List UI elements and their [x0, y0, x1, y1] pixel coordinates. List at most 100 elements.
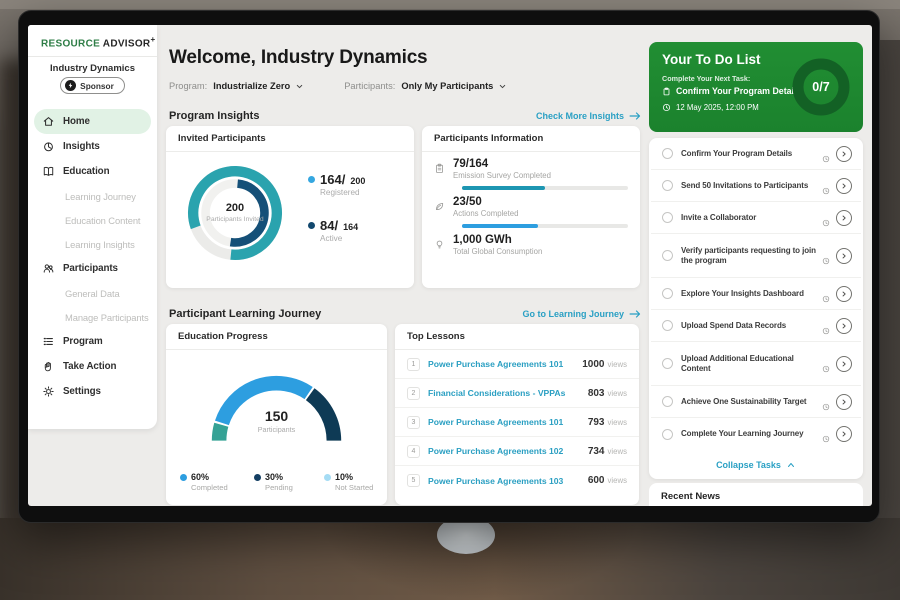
task-row[interactable]: Send 50 Invitations to Participants — [651, 170, 861, 202]
program-dropdown[interactable]: Industrialize Zero — [213, 81, 304, 91]
task-open-button[interactable] — [836, 248, 852, 264]
lesson-row: 4 Power Purchase Agreements 102 734 view… — [395, 437, 639, 466]
task-checkbox[interactable] — [662, 212, 673, 223]
lesson-title-link[interactable]: Power Purchase Agreements 101 — [428, 359, 582, 369]
task-row[interactable]: Upload Spend Data Records — [651, 310, 861, 342]
task-checkbox[interactable] — [662, 396, 673, 407]
sidebar-item-label: General Data — [65, 288, 120, 299]
task-open-button[interactable] — [836, 318, 852, 334]
sidebar-item-take-action[interactable]: Take Action — [28, 354, 157, 379]
task-open-button[interactable] — [836, 356, 852, 372]
task-row[interactable]: Explore Your Insights Dashboard — [651, 278, 861, 310]
emission-survey-value: 79/164 — [453, 158, 551, 170]
collapse-tasks-link[interactable]: Collapse Tasks — [651, 450, 861, 479]
lesson-title-link[interactable]: Power Purchase Agreements 101 — [428, 417, 588, 427]
task-open-button[interactable] — [836, 286, 852, 302]
filter-bar: Program: Industrialize Zero Participants… — [169, 81, 507, 91]
home-icon — [42, 115, 55, 128]
task-open-button[interactable] — [836, 394, 852, 410]
invited-participants-card: Invited Participants 200 Participants In… — [166, 126, 414, 288]
active-total: 164 — [343, 222, 358, 232]
todo-due-date: 12 May 2025, 12:00 PM — [676, 103, 759, 112]
task-label: Confirm Your Program Details — [681, 149, 818, 159]
todo-progress-value: 0/7 — [789, 55, 853, 119]
participants-filter-label: Participants: — [344, 81, 395, 91]
task-row[interactable]: Invite a Collaborator — [651, 202, 861, 234]
lesson-views-suffix: views — [608, 389, 628, 398]
sponsor-badge-label: Sponsor — [80, 81, 114, 91]
lesson-rank: 5 — [407, 474, 420, 487]
lesson-title-link[interactable]: Financial Considerations - VPPAs — [428, 388, 588, 398]
arrow-right-icon — [629, 111, 641, 121]
clock-icon — [822, 360, 830, 368]
chevron-down-icon — [295, 82, 304, 91]
completed-pct: 60% — [191, 472, 209, 482]
sidebar-item-participants[interactable]: Participants — [28, 256, 157, 281]
sidebar-item-learning-insights[interactable]: Learning Insights — [28, 232, 157, 256]
sidebar-item-insights[interactable]: Insights — [28, 134, 157, 159]
logo-secondary: ADVISOR — [103, 38, 151, 49]
task-checkbox[interactable] — [662, 320, 673, 331]
clock-icon — [662, 103, 671, 112]
task-row[interactable]: Upload Additional Educational Content — [651, 342, 861, 386]
lesson-title-link[interactable]: Power Purchase Agreements 103 — [428, 476, 588, 486]
go-to-learning-journey-link[interactable]: Go to Learning Journey — [522, 309, 641, 319]
todo-hero-panel: Your To Do List Complete Your Next Task:… — [649, 42, 863, 132]
sidebar-item-label: Education — [63, 166, 109, 177]
actions-completed-progressbar — [462, 224, 628, 228]
sidebar-item-label: Learning Insights — [65, 239, 135, 250]
task-row[interactable]: Achieve One Sustainability Target — [651, 386, 861, 418]
task-label: Upload Spend Data Records — [681, 321, 818, 331]
participants-information-card: Participants Information 79/164 Emission… — [422, 126, 640, 288]
task-row[interactable]: Complete Your Learning Journey — [651, 418, 861, 450]
lesson-title-link[interactable]: Power Purchase Agreements 102 — [428, 446, 588, 456]
check-more-insights-link[interactable]: Check More Insights — [536, 111, 641, 121]
lesson-views-suffix: views — [608, 476, 628, 485]
clock-icon — [822, 398, 830, 406]
sidebar-item-manage-participants[interactable]: Manage Participants — [28, 305, 157, 329]
program-list-icon — [42, 335, 55, 348]
lesson-row: 2 Financial Considerations - VPPAs 803 v… — [395, 379, 639, 408]
logo-primary: RESOURCE — [41, 38, 100, 49]
sidebar-item-label: Manage Participants — [65, 312, 149, 323]
task-open-button[interactable] — [836, 178, 852, 194]
sidebar-item-learning-journey[interactable]: Learning Journey — [28, 184, 157, 208]
education-progress-card-title: Education Progress — [166, 324, 387, 350]
sidebar-item-program[interactable]: Program — [28, 329, 157, 354]
task-checkbox[interactable] — [662, 429, 673, 440]
sidebar-item-education[interactable]: Education — [28, 159, 157, 184]
todo-tasks-card: Confirm Your Program Details Send 50 Inv… — [649, 138, 863, 479]
lesson-row: 3 Power Purchase Agreements 101 793 view… — [395, 408, 639, 437]
task-row[interactable]: Verify participants requesting to join t… — [651, 234, 861, 278]
sidebar-item-settings[interactable]: Settings — [28, 379, 157, 404]
todo-subtitle: Complete Your Next Task: — [662, 74, 750, 83]
logo-plus: + — [150, 35, 155, 44]
task-checkbox[interactable] — [662, 250, 673, 261]
legend-completed: 60% Completed — [180, 472, 228, 492]
task-row[interactable]: Confirm Your Program Details — [651, 138, 861, 170]
sponsor-badge: Sponsor — [60, 77, 125, 94]
organization-name: Industry Dynamics — [28, 63, 157, 74]
pending-label: Pending — [265, 483, 293, 492]
task-open-button[interactable] — [836, 210, 852, 226]
settings-gear-icon — [42, 385, 55, 398]
sidebar-item-general-data[interactable]: General Data — [28, 281, 157, 305]
task-open-button[interactable] — [836, 426, 852, 442]
actions-completed-label: Actions Completed — [453, 209, 518, 218]
legend-dot-registered — [308, 176, 315, 183]
program-dropdown-value: Industrialize Zero — [213, 81, 290, 91]
task-open-button[interactable] — [836, 146, 852, 162]
active-value: 84/ — [320, 218, 338, 233]
task-checkbox[interactable] — [662, 288, 673, 299]
task-checkbox[interactable] — [662, 148, 673, 159]
sidebar-item-home[interactable]: Home — [34, 109, 151, 134]
participants-dropdown[interactable]: Only My Participants — [401, 81, 507, 91]
recent-news-card: Recent News — [649, 483, 863, 506]
monitor-bezel: RESOURCE ADVISOR+ Industry Dynamics Spon… — [18, 10, 880, 523]
lesson-views: 734 — [588, 446, 605, 457]
task-checkbox[interactable] — [662, 180, 673, 191]
task-checkbox[interactable] — [662, 358, 673, 369]
sidebar-item-education-content[interactable]: Education Content — [28, 208, 157, 232]
sidebar-item-label: Learning Journey — [65, 191, 136, 202]
learning-journey-section-title: Participant Learning Journey — [169, 308, 321, 320]
